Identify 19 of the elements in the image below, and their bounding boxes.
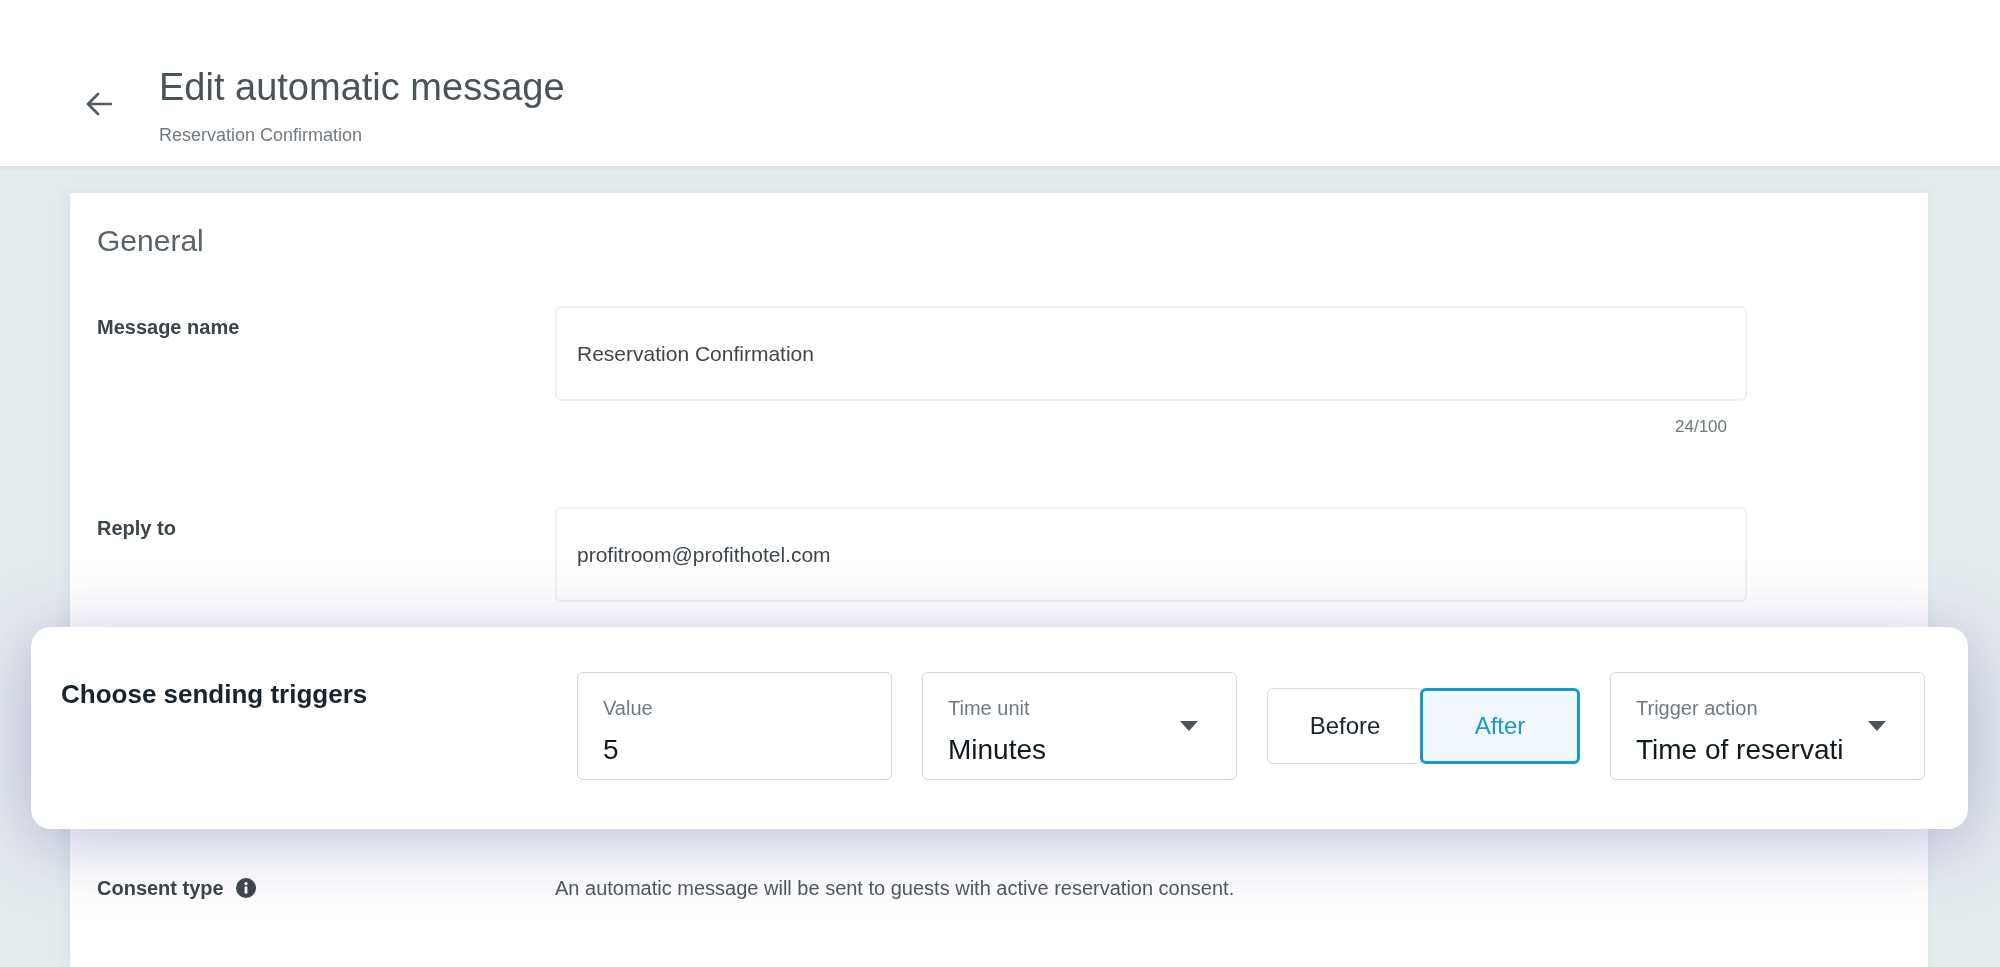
section-title: Choose sending triggers bbox=[61, 678, 368, 711]
character-counter: 24/100 bbox=[1675, 417, 1727, 437]
page-subtitle: Reservation Confirmation bbox=[159, 124, 363, 147]
text-field[interactable]: Value 5 bbox=[577, 672, 892, 780]
text-field[interactable]: Reservation Confirmation bbox=[555, 306, 1747, 401]
field-label: Consent type bbox=[97, 876, 224, 900]
dropdown-field[interactable]: Time unit Minutes bbox=[922, 672, 1237, 780]
caret-icon bbox=[1180, 721, 1198, 731]
consent-description: An automatic message will be sent to guests with active reservation consent. bbox=[555, 876, 1235, 900]
field-label: Message name bbox=[97, 315, 240, 339]
field-label: Reply to bbox=[97, 516, 176, 540]
page-title: Edit automatic message bbox=[159, 65, 565, 110]
caret-icon bbox=[1868, 721, 1886, 731]
info-icon bbox=[235, 878, 256, 898]
dropdown-field[interactable]: Trigger action Time of reservati bbox=[1610, 672, 1925, 780]
section-title: General bbox=[97, 223, 204, 259]
arrow-left-icon bbox=[86, 92, 112, 116]
text-field[interactable]: profitroom@profithotel.com bbox=[555, 507, 1747, 602]
toggle-option[interactable]: Before bbox=[1267, 688, 1423, 764]
